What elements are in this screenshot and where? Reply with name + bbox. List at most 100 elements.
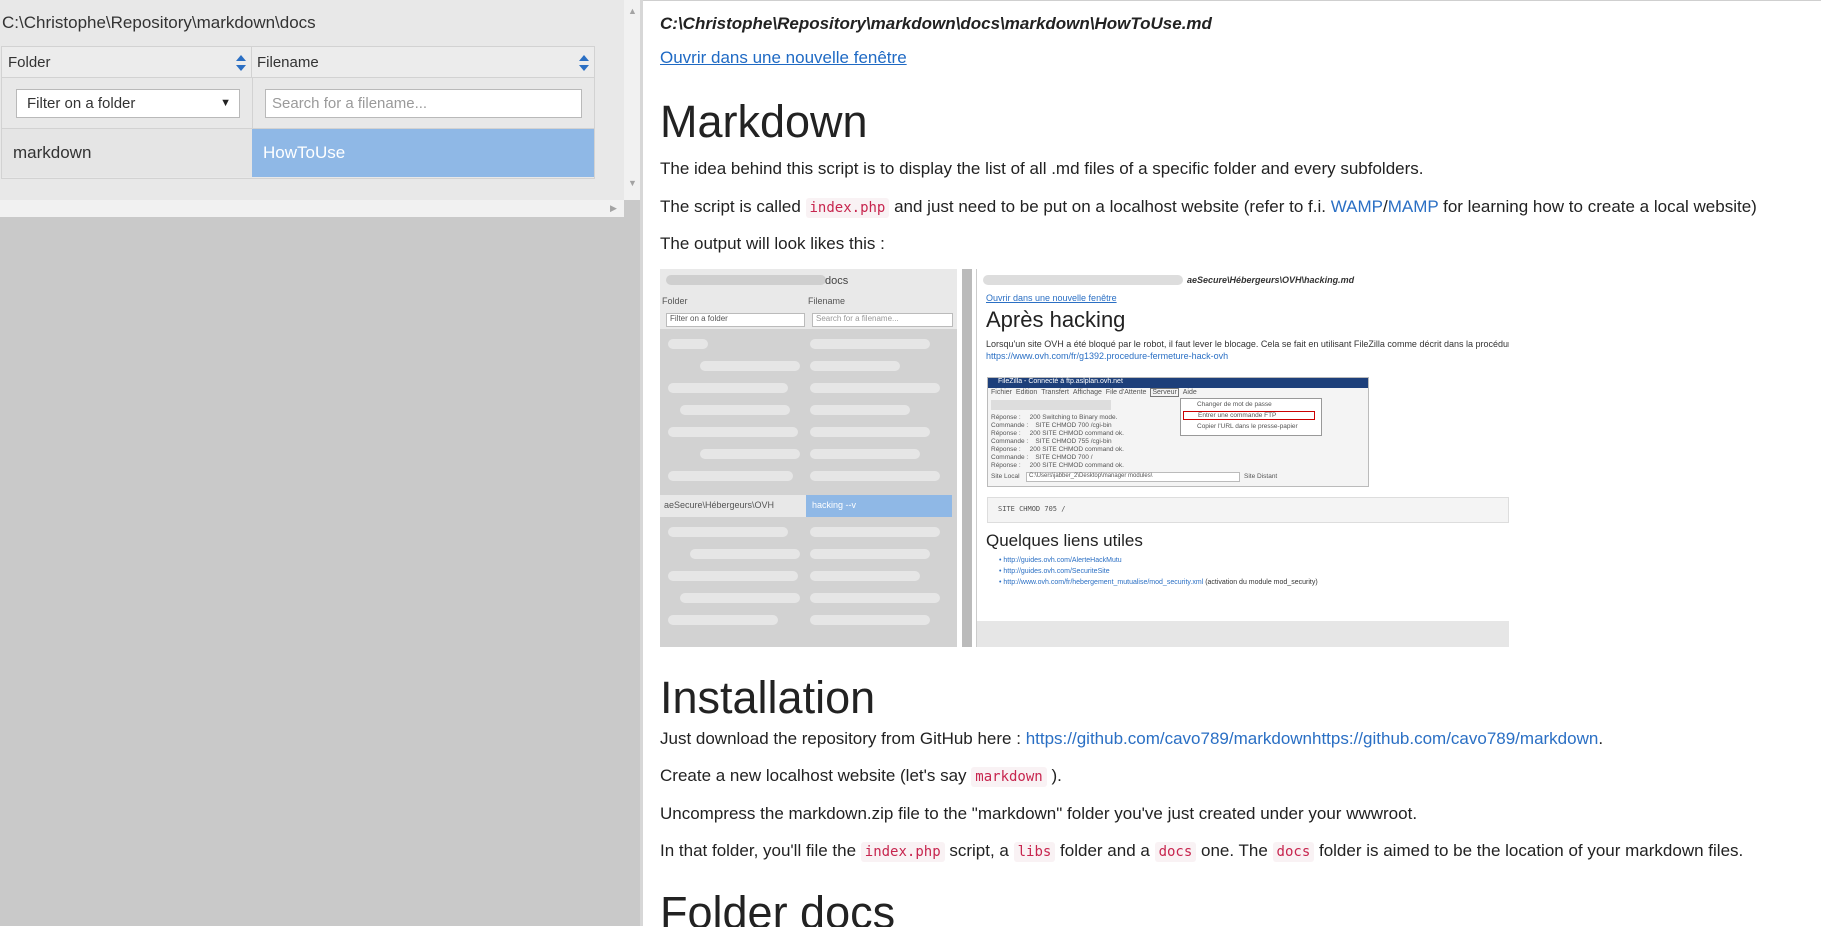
filename-cell[interactable]: HowToUse [252, 129, 594, 177]
blurred-row [810, 361, 900, 371]
scroll-right-icon[interactable]: ▶ [610, 203, 617, 214]
screenshot-link: • http://www.ovh.com/fr/hebergement_mutu… [999, 579, 1318, 586]
file-table: Folder Filename Filter on a folder ▼ Sea… [1, 46, 595, 179]
blurred-row [810, 383, 940, 393]
github-link[interactable]: https://github.com/cavo789/markdownhttps… [1026, 729, 1599, 748]
blurred-row [680, 405, 790, 415]
text: http://guides.ovh.com/SecuriteSite [1003, 568, 1110, 575]
text: Commande : SITE CHMOD 700 /cgi-bin [991, 422, 1112, 429]
blurred-row [668, 383, 788, 393]
text: and just need to be put on a localhost w… [889, 197, 1331, 216]
root-path-title: C:\Christophe\Repository\markdown\docs [2, 13, 316, 32]
paragraph-download: Just download the repository from GitHub… [660, 729, 1603, 749]
file-browser-panel: C:\Christophe\Repository\markdown\docs F… [0, 0, 640, 926]
text: Transfert [1041, 389, 1069, 396]
vertical-scrollbar[interactable]: ▲ ▼ [624, 0, 640, 200]
blurred-row [668, 427, 798, 437]
screenshot-scrollbar [962, 269, 972, 647]
blurred-row [668, 527, 788, 537]
blurred-row [690, 549, 800, 559]
sort-icon[interactable] [235, 54, 247, 72]
blurred-row [810, 471, 940, 481]
screenshot-folder-header: Folder [662, 296, 688, 306]
file-path-title: C:\Christophe\Repository\markdown\docs\m… [660, 14, 1212, 33]
blurred-row [810, 549, 930, 559]
text: Commande : SITE CHMOD 700 / [991, 454, 1093, 461]
screenshot-search: Search for a filename... [812, 313, 953, 327]
code-libs: libs [1013, 842, 1056, 862]
filezilla-popup: Changer de mot de passe Entrer une comma… [1180, 398, 1322, 436]
heading-markdown: Markdown [660, 96, 868, 147]
blurred-row [668, 571, 798, 581]
screenshot-path: docs [825, 275, 849, 287]
screenshot-paragraph: Lorsqu'un site OVH a été bloqué par le r… [986, 339, 1509, 349]
filezilla-toolbar [991, 400, 1111, 410]
scroll-up-icon[interactable]: ▲ [628, 6, 637, 16]
blurred-row [810, 593, 940, 603]
blurred-row [668, 339, 708, 349]
text: (activation du module mod_security) [1205, 579, 1318, 586]
blurred-path [983, 275, 1183, 285]
text: folder and a [1055, 841, 1155, 860]
text: . [1598, 729, 1604, 748]
screenshot-right-pane: aeSecure\Hébergeurs\OVH\hacking.md Ouvri… [976, 269, 1509, 647]
screenshot-bottom-bar [977, 621, 1509, 647]
table-row[interactable]: markdown HowToUse [2, 129, 594, 177]
filezilla-local-label: Site Local [991, 473, 1020, 480]
sort-icon[interactable] [578, 54, 590, 72]
text: for learning how to create a local websi… [1438, 197, 1757, 216]
text: Just download the repository from GitHub… [660, 729, 1026, 748]
markdown-preview: C:\Christophe\Repository\markdown\docs\m… [643, 0, 1821, 927]
screenshot-filename-header: Filename [808, 296, 846, 306]
mamp-link[interactable]: MAMP [1388, 197, 1439, 216]
screenshot-right-path: aeSecure\Hébergeurs\OVH\hacking.md [1187, 275, 1355, 285]
code-index-php: index.php [805, 198, 890, 218]
horizontal-scrollbar[interactable]: ▶ [0, 200, 624, 217]
text: ). [1046, 766, 1062, 785]
filename-search-input[interactable] [265, 89, 582, 118]
text: Réponse : 200 SITE CHMOD command ok. [991, 430, 1124, 437]
file-browser-content: C:\Christophe\Repository\markdown\docs F… [0, 0, 624, 200]
popup-item-highlighted: Entrer une commande FTP [1183, 411, 1315, 420]
text: http://www.ovh.com/fr/hebergement_mutual… [1003, 579, 1204, 586]
heading-folder-docs: Folder docs [660, 887, 896, 927]
text: Edition [1015, 389, 1038, 396]
wamp-link[interactable]: WAMP [1331, 197, 1383, 216]
popup-item: Changer de mot de passe [1197, 401, 1272, 408]
column-header-filename[interactable]: Filename [252, 47, 594, 78]
screenshot-code-block: SITE CHMOD 705 / [987, 497, 1509, 523]
paragraph-output: The output will look likes this : [660, 234, 885, 253]
column-header-folder[interactable]: Folder [2, 47, 252, 78]
filezilla-title: FileZilla - Connecté à ftp.aslplan.ovh.n… [998, 378, 1123, 385]
open-new-window-link[interactable]: Ouvrir dans une nouvelle fenêtre [660, 48, 907, 68]
text: folder is aimed to be the location of yo… [1314, 841, 1744, 860]
column-header-filename-label: Filename [257, 54, 319, 71]
blurred-row [700, 449, 800, 459]
text: one. The [1196, 841, 1273, 860]
screenshot-filter: Filter on a folder [666, 313, 805, 327]
blurred-row [668, 615, 778, 625]
screenshot-selected-file: hacking --v [812, 500, 857, 510]
paragraph-folder: In that folder, you'll file the index.ph… [660, 841, 1744, 862]
screenshot-paragraph-link: https://www.ovh.com/fr/g1392.procedure-f… [986, 351, 1229, 361]
text: script, a [944, 841, 1014, 860]
blurred-row [700, 361, 800, 371]
text: Réponse : 200 SITE CHMOD command ok. [991, 462, 1124, 469]
blurred-row [680, 593, 800, 603]
text: Réponse : 200 SITE CHMOD command ok. [991, 446, 1124, 453]
blurred-row [810, 405, 910, 415]
screenshot-left-pane: docs Folder Filename Filter on a folder … [660, 269, 957, 647]
screenshot-heading: Après hacking [986, 307, 1126, 332]
text: Affichage [1072, 389, 1102, 396]
blurred-path [666, 275, 826, 285]
screenshot-open-link: Ouvrir dans une nouvelle fenêtre [986, 293, 1117, 303]
text: Réponse : 200 Switching to Binary mode. [991, 414, 1118, 421]
folder-cell[interactable]: markdown [2, 129, 252, 177]
text: File d'Attente [1105, 389, 1147, 396]
blurred-row [668, 471, 793, 481]
screenshot-link: • http://guides.ovh.com/AlerteHackMutu [999, 557, 1122, 564]
column-header-folder-label: Folder [8, 54, 51, 71]
scroll-down-icon[interactable]: ▼ [628, 178, 637, 188]
folder-filter-select[interactable]: Filter on a folder ▼ [16, 89, 240, 118]
text: Commande : SITE CHMOD 755 /cgi-bin [991, 438, 1112, 445]
